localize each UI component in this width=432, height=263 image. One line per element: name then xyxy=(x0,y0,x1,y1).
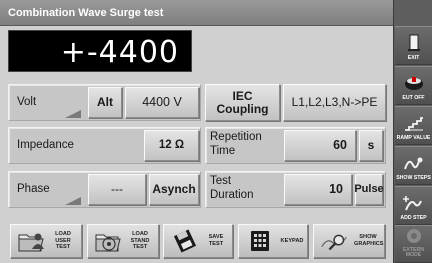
add-step-label: ADD STEP xyxy=(400,215,427,221)
show-steps-button[interactable]: SHOW STEPS xyxy=(395,146,432,185)
keypad-button[interactable]: KEYPAD xyxy=(238,224,308,258)
side-panel: EXIT EUT OFF RAMP VALUE SHOW STEPS ADD S… xyxy=(393,0,432,263)
eut-off-label: EUT OFF xyxy=(402,95,425,101)
impedance-label: Impedance xyxy=(17,139,74,151)
alt-button[interactable]: Alt xyxy=(88,87,122,118)
eut-power-icon xyxy=(403,73,425,93)
folder-iec-icon xyxy=(94,228,124,254)
duration-group: Test Duration 10 Pulse xyxy=(205,171,386,208)
load-user-test-label: LOAD USER TEST xyxy=(55,230,71,251)
phase-group: Phase --- Asynch xyxy=(8,171,201,208)
floppy-disk-icon xyxy=(170,228,200,254)
repetition-value-button[interactable]: 60 xyxy=(284,130,356,161)
exit-button[interactable]: EXIT xyxy=(395,26,432,65)
window-title: Combination Wave Surge test xyxy=(0,0,393,26)
extern-mode-button[interactable]: EXTERN MODE xyxy=(395,225,432,263)
volt-label: Volt xyxy=(17,96,37,108)
phase-label: Phase xyxy=(17,183,50,195)
repetition-label: Repetition Time xyxy=(210,131,262,157)
load-stand-test-label: LOAD STAND TEST xyxy=(130,230,150,251)
coupling-value-button[interactable]: L1,L2,L3,N->PE xyxy=(283,84,386,121)
folder-user-icon xyxy=(17,228,47,254)
impedance-value-button[interactable]: 12 Ω xyxy=(144,130,199,161)
ramp-icon xyxy=(403,113,425,133)
add-step-icon xyxy=(402,193,425,213)
load-user-test-button[interactable]: LOAD USER TEST xyxy=(10,224,82,258)
surge-test-window: Combination Wave Surge test +-4400 Volt … xyxy=(0,0,432,263)
extern-mode-icon xyxy=(403,226,425,246)
repetition-unit-button[interactable]: s xyxy=(359,130,383,161)
voltage-display: +-4400 xyxy=(8,30,192,72)
magnifier-graph-icon xyxy=(320,228,350,254)
repetition-group: Repetition Time 60 s xyxy=(205,127,386,164)
iec-coupling-button[interactable]: IEC Coupling xyxy=(205,84,280,121)
save-test-label: SAVE TEST xyxy=(208,234,224,247)
show-steps-label: SHOW STEPS xyxy=(396,175,431,181)
impedance-group: Impedance 12 Ω xyxy=(8,127,201,164)
show-graphics-button[interactable]: SHOW GRAPHICS xyxy=(313,224,385,258)
volt-group: Volt Alt 4400 V xyxy=(8,84,201,121)
exit-label: EXIT xyxy=(407,55,420,61)
keypad-label: KEYPAD xyxy=(280,237,304,244)
duration-unit-button[interactable]: Pulse xyxy=(354,174,384,205)
duration-value-button[interactable]: 10 xyxy=(284,174,352,205)
phase-dropdown-icon[interactable] xyxy=(65,197,81,205)
asynch-button[interactable]: Asynch xyxy=(149,174,199,205)
show-graphics-label: SHOW GRAPHICS xyxy=(354,234,384,247)
steps-icon xyxy=(403,153,425,173)
phase-value-button[interactable]: --- xyxy=(88,174,146,205)
ramp-value-label: RAMP VALUE xyxy=(396,135,431,141)
extern-mode-label: EXTERN MODE xyxy=(402,246,425,259)
main-panel: +-4400 Volt Alt 4400 V IEC Coupling L1,L… xyxy=(0,26,393,263)
volt-dropdown-icon[interactable] xyxy=(65,110,81,118)
ramp-value-button[interactable]: RAMP VALUE xyxy=(395,106,432,145)
keypad-icon xyxy=(245,228,275,254)
load-stand-test-button[interactable]: LOAD STAND TEST xyxy=(87,224,159,258)
save-test-button[interactable]: SAVE TEST xyxy=(163,224,233,258)
exit-door-icon xyxy=(403,33,425,53)
eut-off-button[interactable]: EUT OFF xyxy=(395,66,432,105)
add-step-button[interactable]: ADD STEP xyxy=(395,186,432,225)
volt-value-button[interactable]: 4400 V xyxy=(125,87,199,118)
duration-label: Test Duration xyxy=(210,175,254,201)
